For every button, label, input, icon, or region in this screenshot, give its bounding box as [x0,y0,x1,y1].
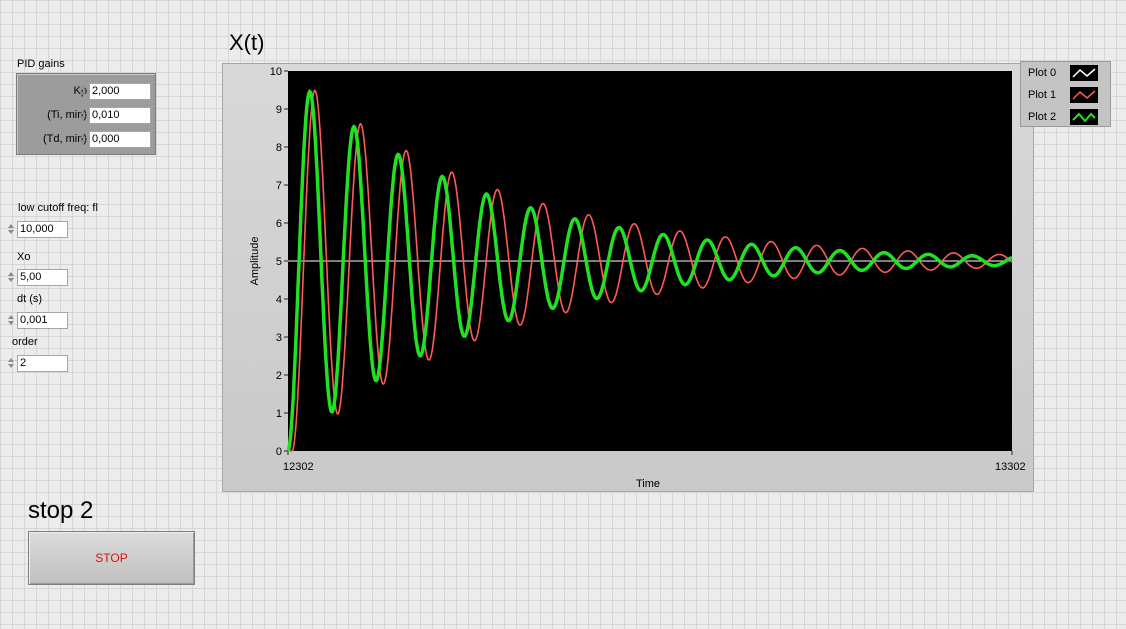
y-axis-label: Amplitude [249,237,261,286]
y-tick-label: 9 [276,104,282,116]
decrement-arrow-icon[interactable] [79,92,86,96]
decrement-arrow-icon[interactable] [7,278,14,282]
decrement-arrow-icon[interactable] [7,230,14,234]
dt-input[interactable]: 0,001 [17,312,68,329]
y-tick-label: 6 [276,218,282,230]
stop-title: stop 2 [28,497,94,524]
decrement-arrow-icon[interactable] [79,140,86,144]
increment-arrow-icon[interactable] [7,272,14,276]
y-tick-label: 7 [276,180,282,192]
pid-gains-cluster: Kp 2,000 (Ti, min) 0,010 (Td, min) 0,000 [16,73,156,155]
order-input[interactable]: 2 [17,355,68,372]
increment-arrow-icon[interactable] [79,86,86,90]
y-tick-label: 3 [276,332,282,344]
order-label: order [12,336,38,348]
decrement-arrow-icon[interactable] [79,116,86,120]
ti-row: (Ti, min) 0,010 [17,105,155,127]
increment-arrow-icon[interactable] [7,224,14,228]
legend-plot-1[interactable]: Plot 1 [1021,85,1110,106]
waveform-chart: 0 1 2 3 4 5 6 7 8 9 10 Amplitude Time 12302 13302 [249,66,1026,490]
td-row: (Td, min) 0,000 [17,129,155,151]
line-swatch-icon [1070,87,1098,103]
y-tick-label: 1 [276,408,282,420]
order-spinner[interactable] [6,354,15,372]
line-swatch-icon [1070,65,1098,81]
legend-label-plot-1: Plot 1 [1028,89,1057,101]
fl-input[interactable]: 10,000 [17,221,68,238]
y-tick-label: 2 [276,370,282,382]
y-tick-label: 8 [276,142,282,154]
y-axis: 0 1 2 3 4 5 6 7 8 9 10 [270,66,288,458]
stop-button-label: STOP [95,551,128,565]
increment-arrow-icon[interactable] [79,110,86,114]
x-tick-start: 12302 [283,461,314,473]
legend-label-plot-0: Plot 0 [1028,67,1057,79]
xo-spinner[interactable] [6,268,15,286]
y-tick-label: 10 [270,66,282,78]
plot-legend: Plot 0 Plot 1 Plot 2 [1020,61,1111,127]
xo-label: Xo [17,251,31,263]
pid-gains-label: PID gains [17,58,65,70]
legend-label-plot-2: Plot 2 [1028,111,1057,123]
increment-arrow-icon[interactable] [7,315,14,319]
legend-plot-0[interactable]: Plot 0 [1021,63,1110,84]
decrement-arrow-icon[interactable] [7,321,14,325]
y-tick-label: 5 [276,256,282,268]
td-spinner[interactable] [78,130,87,148]
ti-spinner[interactable] [78,106,87,124]
line-swatch-icon [1070,109,1098,125]
td-input[interactable]: 0,000 [89,131,151,148]
increment-arrow-icon[interactable] [79,134,86,138]
kp-input[interactable]: 2,000 [89,83,151,100]
fl-spinner[interactable] [6,220,15,238]
y-tick-label: 4 [276,294,282,306]
legend-plot-2[interactable]: Plot 2 [1021,107,1110,128]
ti-input[interactable]: 0,010 [89,107,151,124]
xo-input[interactable]: 5,00 [17,269,68,286]
kp-spinner[interactable] [78,82,87,100]
dt-label: dt (s) [17,293,43,305]
increment-arrow-icon[interactable] [7,358,14,362]
fl-label: low cutoff freq: fl [18,202,98,214]
y-tick-label: 0 [276,446,282,458]
kp-row: Kp 2,000 [17,81,155,103]
stop-button[interactable]: STOP [28,531,195,585]
chart-title: X(t) [229,30,265,55]
x-tick-end: 13302 [995,461,1026,473]
dt-spinner[interactable] [6,311,15,329]
x-axis [287,451,1013,455]
decrement-arrow-icon[interactable] [7,364,14,368]
x-axis-label: Time [636,478,660,490]
